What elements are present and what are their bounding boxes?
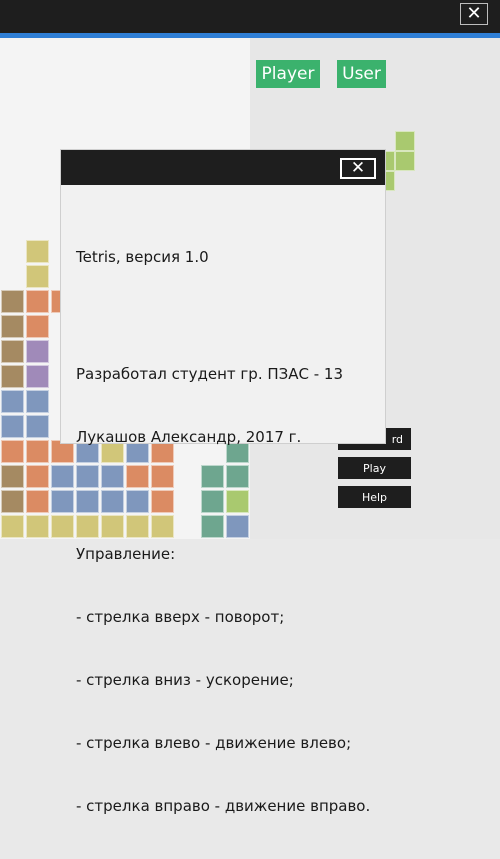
dialog-body: Tetris, версия 1.0 Разработал студент гр…	[76, 205, 370, 859]
next-piece-block	[395, 131, 415, 151]
author-text-1: Разработал студент гр. ПЗАС - 13	[76, 365, 344, 383]
block	[1, 415, 24, 438]
block	[51, 490, 74, 513]
window-titlebar	[0, 0, 500, 33]
window-close-button[interactable]: ✕	[460, 3, 488, 25]
block	[26, 265, 49, 288]
block	[26, 240, 49, 263]
block	[26, 515, 49, 538]
dialog-close-button[interactable]: ✕	[340, 158, 376, 179]
block	[26, 315, 49, 338]
block	[1, 340, 24, 363]
block	[26, 365, 49, 388]
dialog-titlebar	[61, 150, 385, 185]
block	[1, 490, 24, 513]
block	[26, 390, 49, 413]
control-item: - стрелка вниз - ускорение;	[76, 671, 294, 689]
player-button[interactable]: Player	[256, 60, 320, 88]
control-item: - стрелка вверх - поворот;	[76, 608, 285, 626]
block	[51, 515, 74, 538]
control-item: - стрелка влево - движение влево;	[76, 734, 352, 752]
block	[26, 465, 49, 488]
control-item: - стрелка вправо - движение вправо.	[76, 797, 371, 815]
block	[1, 390, 24, 413]
block	[1, 440, 24, 463]
block	[26, 440, 49, 463]
block	[1, 315, 24, 338]
version-text: Tetris, версия 1.0	[76, 248, 209, 266]
block	[1, 290, 24, 313]
controls-heading: Управление:	[76, 545, 176, 563]
user-button[interactable]: User	[337, 60, 386, 88]
user-label: User	[342, 64, 381, 84]
about-dialog: ✕ Tetris, версия 1.0 Разработал студент …	[61, 150, 385, 815]
close-icon: ✕	[350, 158, 366, 178]
block	[26, 490, 49, 513]
author-text-2: Лукашов Александр, 2017 г.	[76, 428, 302, 446]
record-label: rd	[391, 432, 403, 446]
block	[1, 515, 24, 538]
block	[1, 365, 24, 388]
block	[1, 465, 24, 488]
block	[51, 465, 74, 488]
block	[26, 415, 49, 438]
block	[51, 440, 74, 463]
player-label: Player	[261, 64, 315, 84]
block	[26, 340, 49, 363]
block	[26, 290, 49, 313]
next-piece-block	[395, 151, 415, 171]
close-icon: ✕	[466, 3, 482, 24]
